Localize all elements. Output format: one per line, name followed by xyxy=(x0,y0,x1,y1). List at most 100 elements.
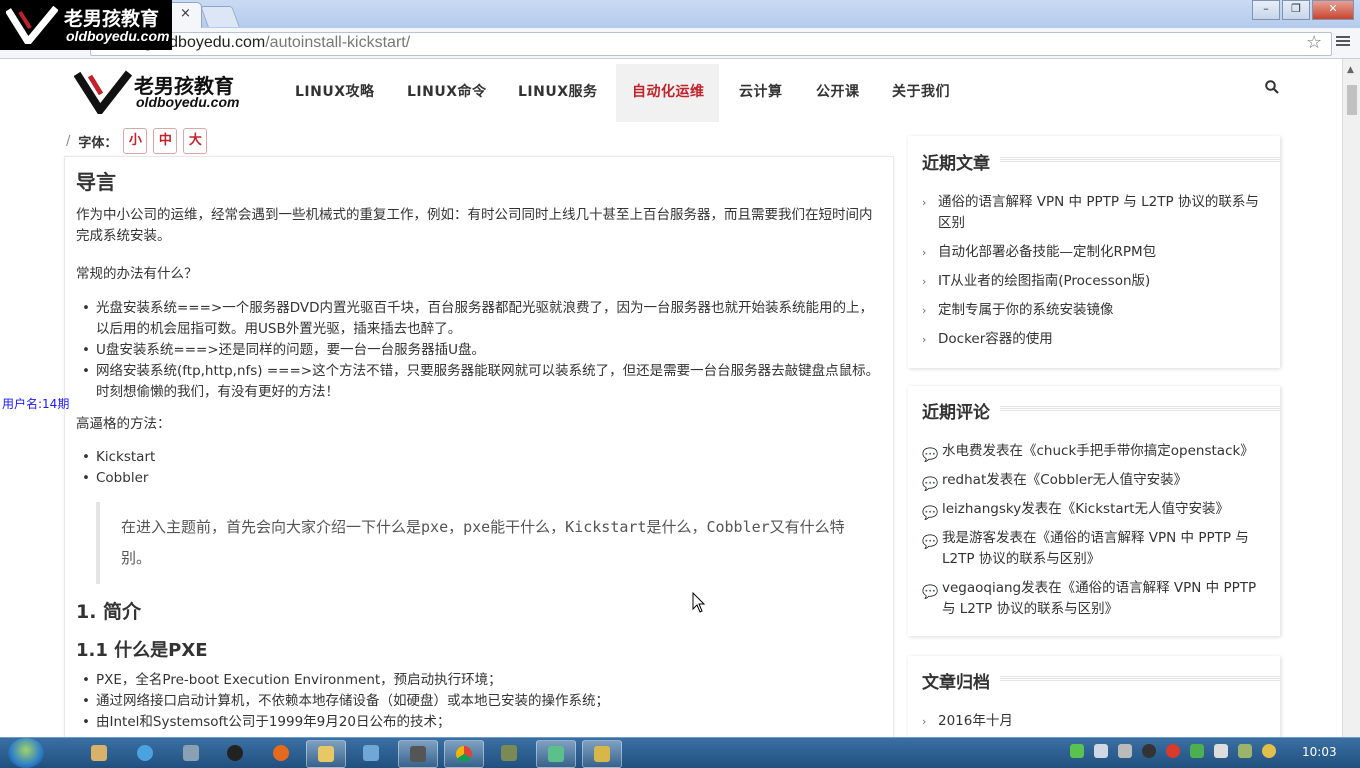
record-icon[interactable] xyxy=(1166,744,1180,758)
taskbar-app[interactable] xyxy=(216,740,254,766)
battery-icon[interactable] xyxy=(1070,744,1084,758)
recent-post-link[interactable]: › 自动化部署必备技能—定制化RPM包 xyxy=(922,242,1272,263)
site-logo-icon[interactable] xyxy=(74,70,132,114)
recent-post-text[interactable]: 定制专属于你的系统安装镜像 xyxy=(922,300,1272,321)
tab-close-icon[interactable]: × xyxy=(180,6,191,21)
bookmark-star-icon[interactable]: ☆ xyxy=(1306,32,1322,53)
security-icon[interactable] xyxy=(1118,744,1132,758)
recent-comment[interactable]: 💬 我是游客发表在《通俗的语言解释 VPN 中 PPTP 与 L2TP 协议的联系… xyxy=(922,528,1272,570)
font-small-button[interactable]: 小 xyxy=(123,128,148,154)
recent-post-text[interactable]: 自动化部署必备技能—定制化RPM包 xyxy=(922,242,1272,263)
url-path: /autoinstall-kickstart/ xyxy=(265,34,411,51)
input-method-icon[interactable] xyxy=(1238,744,1252,758)
nav-item-linux-commands[interactable]: LINUX命令 xyxy=(407,81,487,101)
recent-comment-text[interactable]: leizhangsky发表在《Kickstart无人值守安装》 xyxy=(922,499,1272,520)
widget-title-rule xyxy=(1000,676,1280,682)
list-item: 通过网络接口启动计算机，不依赖本地存储设备（如硬盘）或本地已安装的操作系统； xyxy=(82,691,886,712)
window-controls: – ❐ ✕ xyxy=(1252,0,1354,20)
list-item: PXE，全名Pre-boot Execution Environment，预启动… xyxy=(82,670,886,691)
watermark-logo-icon xyxy=(6,6,58,44)
comment-icon: 💬 xyxy=(922,506,939,521)
taskbar-app[interactable] xyxy=(126,740,164,766)
nav-item-open-class[interactable]: 公开课 xyxy=(816,81,860,101)
recent-comment[interactable]: 💬 leizhangsky发表在《Kickstart无人值守安装》 xyxy=(922,499,1272,521)
taskbar-app[interactable] xyxy=(172,740,210,766)
archive-link[interactable]: › 2016年十月 xyxy=(922,711,1272,732)
taskbar-app[interactable] xyxy=(582,740,622,768)
qq-tray-icon[interactable] xyxy=(1142,744,1156,758)
recent-comment-text[interactable]: 我是游客发表在《通俗的语言解释 VPN 中 PPTP 与 L2TP 协议的联系与… xyxy=(922,528,1272,570)
taskbar-app[interactable] xyxy=(536,740,576,768)
page-scrollbar[interactable]: ▲ xyxy=(1342,59,1360,737)
ie-icon xyxy=(137,745,153,761)
archive-text[interactable]: 2016年十月 xyxy=(922,711,1272,732)
chevron-right-icon: › xyxy=(922,275,927,288)
nav-item-cloud[interactable]: 云计算 xyxy=(739,81,783,101)
recent-comment[interactable]: 💬 redhat发表在《Cobbler无人值守安装》 xyxy=(922,470,1272,492)
nav-item-linux-services[interactable]: LINUX服务 xyxy=(518,81,598,101)
nav-item-linux-guide[interactable]: LINUX攻略 xyxy=(295,81,375,101)
search-icon[interactable] xyxy=(1265,80,1279,94)
recent-post-text[interactable]: 通俗的语言解释 VPN 中 PPTP 与 L2TP 协议的联系与区别 xyxy=(922,192,1272,234)
methods-list: 光盘安装系统===>一个服务器DVD内置光驱百千块，百台服务器都配光驱就浪费了，… xyxy=(76,298,886,403)
update-icon[interactable] xyxy=(1262,744,1276,758)
taskbar-app[interactable] xyxy=(80,740,118,766)
font-medium-button[interactable]: 中 xyxy=(153,128,178,154)
terminal-icon xyxy=(410,746,426,762)
recent-post-link[interactable]: › 定制专属于你的系统安装镜像 xyxy=(922,300,1272,321)
antivirus-icon[interactable] xyxy=(1190,744,1204,758)
taskbar-clock[interactable]: 10:03 xyxy=(1302,745,1337,759)
taskbar-app[interactable] xyxy=(352,740,390,766)
scroll-up-icon[interactable]: ▲ xyxy=(1347,65,1354,75)
site-logo-domain[interactable]: oldboyedu.com xyxy=(136,94,239,110)
recent-comments-title: 近期评论 xyxy=(922,403,990,423)
taskbar-app[interactable] xyxy=(262,740,300,766)
recent-comment-text[interactable]: 水电费发表在《chuck手把手带你搞定openstack》 xyxy=(922,441,1272,462)
taskbar-app[interactable] xyxy=(306,740,346,768)
folder-icon xyxy=(318,746,334,762)
comment-icon: 💬 xyxy=(922,448,939,463)
recent-post-link[interactable]: › Docker容器的使用 xyxy=(922,329,1272,350)
nav-item-about[interactable]: 关于我们 xyxy=(892,81,950,101)
chrome-icon xyxy=(456,746,472,762)
recent-comment[interactable]: 💬 vegaoqiang发表在《通俗的语言解释 VPN 中 PPTP 与 L2TP… xyxy=(922,578,1272,620)
pxe-list: PXE，全名Pre-boot Execution Environment，预启动… xyxy=(76,670,886,733)
recent-post-link[interactable]: › IT从业者的绘图指南(Processon版) xyxy=(922,271,1272,292)
recent-comment-text[interactable]: redhat发表在《Cobbler无人值守安装》 xyxy=(922,470,1272,491)
blockquote-text: 在进入主题前，首先会向大家介绍一下什么是pxe，pxe能干什么，Kickstar… xyxy=(121,518,845,567)
archives-title: 文章归档 xyxy=(922,673,990,693)
article-question: 常规的办法有什么？ xyxy=(76,266,198,282)
widget-title-rule xyxy=(1000,406,1280,412)
taskbar-app[interactable] xyxy=(490,740,528,766)
watermark-title: 老男孩教育 xyxy=(64,8,160,30)
recent-post-text[interactable]: Docker容器的使用 xyxy=(922,329,1272,350)
qq-icon xyxy=(227,745,243,761)
recent-post-text[interactable]: IT从业者的绘图指南(Processon版) xyxy=(922,271,1272,292)
recent-post-link[interactable]: › 通俗的语言解释 VPN 中 PPTP 与 L2TP 协议的联系与区别 xyxy=(922,192,1272,234)
minimize-icon[interactable]: – xyxy=(1252,0,1280,20)
taskbar-app[interactable] xyxy=(444,740,484,768)
window-close-icon[interactable]: ✕ xyxy=(1312,0,1354,20)
maximize-icon[interactable]: ❐ xyxy=(1282,0,1310,20)
recent-comment[interactable]: 💬 水电费发表在《chuck手把手带你搞定openstack》 xyxy=(922,441,1272,463)
watermark-domain: oldboyedu.com xyxy=(66,28,170,44)
list-item: Cobbler xyxy=(82,468,886,489)
comment-icon: 💬 xyxy=(922,477,939,492)
recent-comment-text[interactable]: vegaoqiang发表在《通俗的语言解释 VPN 中 PPTP 与 L2TP … xyxy=(922,578,1272,620)
scrollbar-thumb[interactable] xyxy=(1347,85,1357,115)
network-icon[interactable] xyxy=(1094,744,1108,758)
comment-icon: 💬 xyxy=(922,585,939,600)
taskbar-app[interactable] xyxy=(398,740,438,768)
chevron-right-icon: › xyxy=(922,246,927,259)
chevron-right-icon: › xyxy=(922,196,927,209)
font-large-button[interactable]: 大 xyxy=(183,128,208,154)
firefox-icon xyxy=(273,745,289,761)
start-button[interactable] xyxy=(8,738,44,768)
video-watermark: 老男孩教育 oldboyedu.com xyxy=(0,0,172,50)
username-overlay: 用户名:14期 xyxy=(2,397,70,411)
list-item: 由Intel和Systemsoft公司于1999年9月20日公布的技术； xyxy=(82,712,886,733)
nav-item-automation[interactable]: 自动化运维 xyxy=(632,81,705,101)
font-size-separator: / xyxy=(66,133,71,149)
browser-menu-icon[interactable] xyxy=(1336,34,1350,48)
volume-muted-icon[interactable] xyxy=(1214,744,1228,758)
